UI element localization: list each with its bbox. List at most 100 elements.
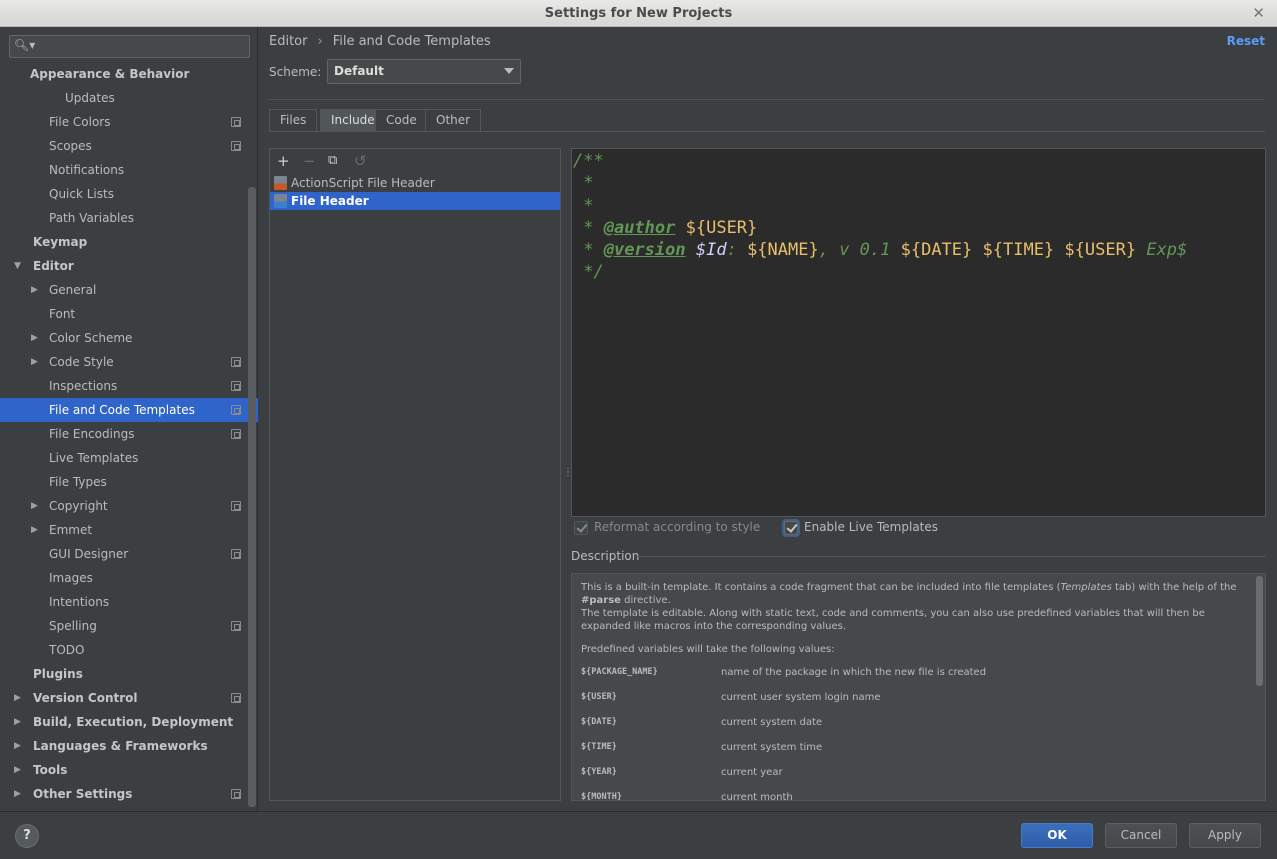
variable-name: ${USER} — [581, 692, 617, 702]
revert-icon[interactable]: ↺ — [354, 152, 367, 170]
collapse-arrow-icon[interactable]: ▶ — [31, 494, 38, 518]
template-list-pane: + − ⧉ ↺ ActionScript File Header File Hea… — [269, 148, 561, 801]
sidebar-item-label: Copyright — [49, 499, 108, 513]
sidebar-item[interactable]: ▶ Other Settings — [0, 782, 258, 806]
file-template-icon — [274, 194, 287, 208]
collapse-arrow-icon[interactable]: ▶ — [31, 518, 38, 542]
tab-files[interactable]: Files — [269, 109, 318, 132]
sidebar-item[interactable]: Keymap — [0, 230, 258, 254]
cancel-button[interactable]: Cancel — [1105, 823, 1177, 848]
help-button[interactable]: ? — [15, 824, 39, 848]
sidebar-item[interactable]: File Encodings — [0, 422, 258, 446]
collapse-arrow-icon[interactable]: ▶ — [31, 278, 38, 302]
collapse-arrow-icon[interactable]: ▶ — [31, 350, 38, 374]
description-scrollbar[interactable] — [1256, 576, 1263, 686]
sidebar-item-label: Scopes — [49, 139, 92, 153]
template-editor[interactable]: /** * * * @author ${USER} * @version $Id… — [571, 148, 1266, 517]
sidebar-scrollbar[interactable] — [248, 187, 256, 807]
sidebar-item[interactable]: Images — [0, 566, 258, 590]
scheme-select[interactable]: Default — [327, 59, 521, 84]
sidebar-item[interactable]: ▶ Code Style — [0, 350, 258, 374]
sidebar-item[interactable]: Path Variables — [0, 206, 258, 230]
sidebar-item[interactable]: GUI Designer — [0, 542, 258, 566]
sidebar-item-label: Appearance & Behavior — [30, 67, 190, 81]
sidebar-item[interactable]: ▼ Editor — [0, 254, 258, 278]
sidebar-item[interactable]: Live Templates — [0, 446, 258, 470]
sidebar-item-label: Keymap — [33, 235, 88, 249]
sidebar-item[interactable]: ▶ Emmet — [0, 518, 258, 542]
sidebar-item[interactable]: ▶ Build, Execution, Deployment — [0, 710, 258, 734]
sidebar-item[interactable]: Intentions — [0, 590, 258, 614]
apply-button[interactable]: Apply — [1189, 823, 1261, 848]
live-templates-checkbox[interactable] — [784, 521, 798, 535]
variable-row: ${YEAR} current year — [581, 766, 1255, 791]
list-item[interactable]: ActionScript File Header — [270, 174, 560, 192]
desc-code: #parse — [581, 595, 621, 606]
add-icon[interactable]: + — [277, 152, 290, 170]
variable-description: current month — [721, 792, 793, 801]
title-bar: Settings for New Projects ✕ — [0, 0, 1277, 27]
chevron-down-icon — [504, 68, 514, 74]
sidebar-item-label: File and Code Templates — [49, 403, 195, 417]
sidebar-item-label: Editor — [33, 259, 74, 273]
sidebar-item[interactable]: ▶ Version Control — [0, 686, 258, 710]
collapse-arrow-icon[interactable]: ▶ — [14, 710, 21, 734]
sidebar-item[interactable]: Plugins — [0, 662, 258, 686]
splitter-handle[interactable]: ⋮ — [563, 467, 573, 483]
collapse-arrow-icon[interactable]: ▶ — [31, 326, 38, 350]
tab-other[interactable]: Other — [425, 109, 482, 132]
sidebar-item[interactable]: Notifications — [0, 158, 258, 182]
search-input[interactable]: 🔍︎▾ — [9, 35, 250, 58]
sidebar-item-label: Path Variables — [49, 211, 135, 225]
list-item[interactable]: File Header — [270, 192, 560, 210]
close-icon[interactable]: ✕ — [1252, 4, 1265, 22]
sidebar-item-label: Updates — [65, 91, 115, 105]
sidebar-item[interactable]: File Types — [0, 470, 258, 494]
sidebar-item-label: Languages & Frameworks — [33, 739, 208, 753]
sidebar-item-label: General — [49, 283, 97, 297]
sidebar-item[interactable]: ▶ General — [0, 278, 258, 302]
sidebar-item[interactable]: Updates — [0, 86, 258, 110]
sidebar-item[interactable]: Font — [0, 302, 258, 326]
sidebar-item[interactable]: Spelling — [0, 614, 258, 638]
reset-link[interactable]: Reset — [1227, 34, 1265, 48]
settings-sidebar: 🔍︎▾ Appearance & Behavior Updates File Col… — [0, 27, 258, 811]
sidebar-item[interactable]: ▶ Tools — [0, 758, 258, 782]
ok-button[interactable]: OK — [1021, 823, 1093, 848]
sidebar-item[interactable]: TODO — [0, 638, 258, 662]
sidebar-item-label: Tools — [33, 763, 68, 777]
sidebar-item[interactable]: File and Code Templates — [0, 398, 258, 422]
expand-arrow-icon[interactable]: ▼ — [14, 254, 21, 278]
sidebar-item[interactable]: ▶ Copyright — [0, 494, 258, 518]
sidebar-item[interactable]: Scopes — [0, 134, 258, 158]
sidebar-item[interactable]: Inspections — [0, 374, 258, 398]
reformat-checkbox[interactable] — [574, 521, 588, 535]
sidebar-item[interactable]: Quick Lists — [0, 182, 258, 206]
desc-text: This is a built-in template. It contains… — [581, 582, 1061, 593]
tab-divider — [269, 131, 1265, 132]
live-templates-label: Enable Live Templates — [804, 520, 939, 534]
variable-name: ${PACKAGE_NAME} — [581, 667, 658, 677]
sidebar-item[interactable]: ▶ Color Scheme — [0, 326, 258, 350]
description-title: Description — [571, 549, 640, 563]
collapse-arrow-icon[interactable]: ▶ — [14, 758, 21, 782]
desc-emphasis: Templates — [1060, 582, 1112, 593]
list-item-label: ActionScript File Header — [291, 176, 435, 190]
project-copy-icon — [231, 621, 241, 631]
sidebar-item-label: File Colors — [49, 115, 111, 129]
collapse-arrow-icon[interactable]: ▶ — [14, 734, 21, 758]
sidebar-item[interactable]: ▶ Languages & Frameworks — [0, 734, 258, 758]
sidebar-item-label: Code Style — [49, 355, 114, 369]
tab-code[interactable]: Code — [375, 109, 428, 132]
project-copy-icon — [231, 549, 241, 559]
collapse-arrow-icon[interactable]: ▶ — [14, 782, 21, 806]
sidebar-item-label: Notifications — [49, 163, 125, 177]
collapse-arrow-icon[interactable]: ▶ — [14, 686, 21, 710]
variable-row: ${MONTH} current month — [581, 791, 1255, 801]
remove-icon[interactable]: − — [303, 152, 316, 170]
copy-icon[interactable]: ⧉ — [328, 153, 337, 168]
main-panel: Editor › File and Code Templates Reset Sch… — [258, 27, 1277, 811]
sidebar-item[interactable]: File Colors — [0, 110, 258, 134]
id-var: $Id — [695, 240, 727, 261]
sidebar-item[interactable]: Appearance & Behavior — [0, 62, 258, 86]
